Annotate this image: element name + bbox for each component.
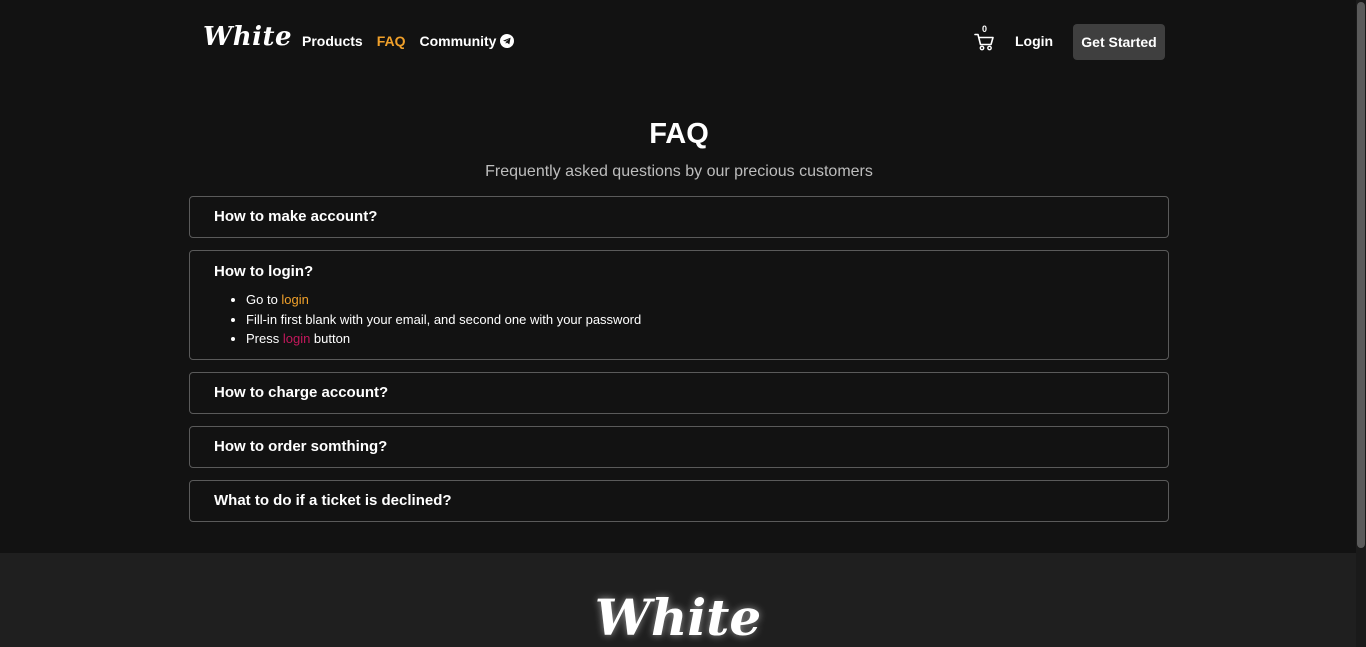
faq-item-order[interactable]: How to order somthing?	[189, 425, 1169, 468]
faq-question[interactable]: How to order somthing?	[214, 427, 1144, 467]
nav-link-community[interactable]: Community	[419, 33, 515, 49]
footer: White	[0, 553, 1356, 647]
faq-answer-step: Press login button	[246, 329, 1144, 349]
faq-question[interactable]: How to login?	[214, 251, 1144, 293]
step-text: Go to	[246, 292, 282, 307]
step-text: Press	[246, 331, 283, 346]
nav-link-community-label: Community	[419, 33, 497, 49]
faq-list: How to make account? How to login? Go to…	[189, 196, 1169, 534]
faq-item-charge-account[interactable]: How to charge account?	[189, 371, 1169, 414]
faq-answer-step: Go to login	[246, 290, 1144, 310]
faq-answer-step: Fill-in first blank with your email, and…	[246, 310, 1144, 330]
login-button-reference: login	[282, 331, 311, 346]
nav-link-faq[interactable]: FAQ	[377, 33, 406, 49]
scrollbar-thumb[interactable]	[1357, 2, 1365, 548]
footer-logo: White	[594, 588, 762, 647]
navbar: White Products FAQ Community 0 Login Get…	[0, 0, 1356, 84]
nav-links: Products FAQ Community	[302, 33, 515, 49]
faq-answer: Go to login Fill-in first blank with you…	[214, 290, 1144, 359]
page-title: FAQ	[649, 118, 709, 150]
shopping-cart-icon	[974, 33, 994, 51]
get-started-button[interactable]: Get Started	[1073, 24, 1165, 60]
faq-item-login[interactable]: How to login? Go to login Fill-in first …	[189, 250, 1169, 360]
faq-question[interactable]: How to make account?	[214, 197, 1144, 237]
telegram-icon	[500, 34, 515, 48]
nav-link-products[interactable]: Products	[302, 33, 363, 49]
brand-logo[interactable]: White	[203, 22, 292, 52]
scrollbar[interactable]	[1356, 0, 1366, 647]
faq-item-ticket-declined[interactable]: What to do if a ticket is declined?	[189, 479, 1169, 522]
login-link[interactable]: Login	[1015, 33, 1053, 49]
login-page-link[interactable]: login	[281, 292, 308, 307]
faq-question[interactable]: How to charge account?	[214, 373, 1144, 413]
faq-item-make-account[interactable]: How to make account?	[189, 196, 1169, 238]
faq-question[interactable]: What to do if a ticket is declined?	[214, 481, 1144, 521]
step-text: button	[310, 331, 351, 346]
page-subtitle: Frequently asked questions by our precio…	[485, 163, 873, 180]
cart-button[interactable]: 0	[974, 24, 996, 52]
